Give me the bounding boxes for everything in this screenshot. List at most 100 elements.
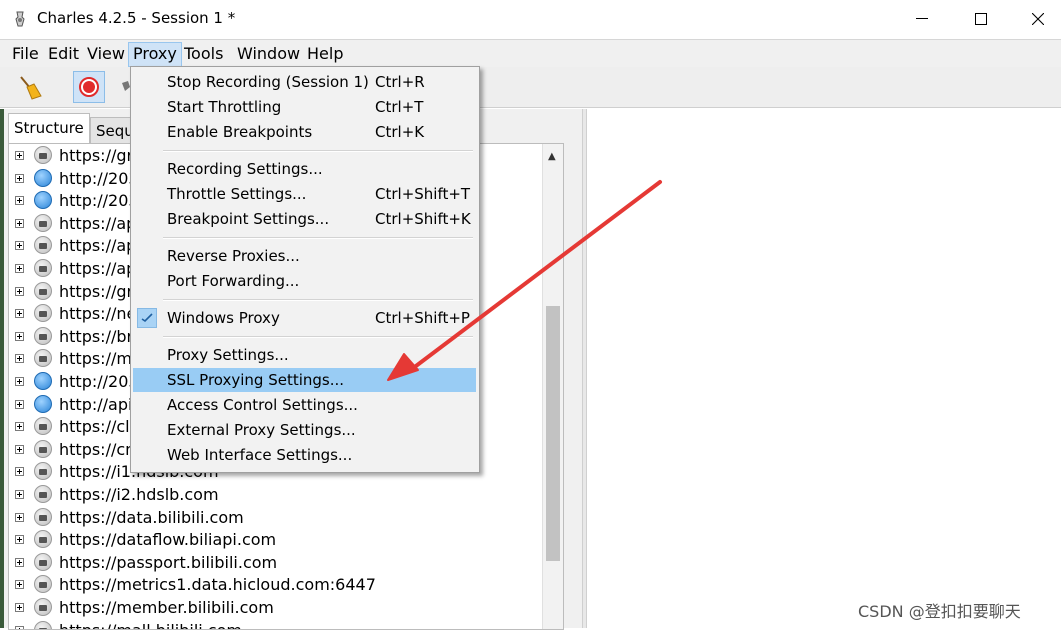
menu-item-label: Stop Recording (Session 1) [167,73,369,91]
host-row[interactable]: https://i2.hdslb.com [9,484,549,506]
proxy-menu-item[interactable]: Recording Settings... [133,157,476,181]
host-label: https://gr [59,281,134,301]
proxy-menu-item[interactable]: Port Forwarding... [133,269,476,293]
expand-icon[interactable] [15,286,24,296]
expand-icon[interactable] [15,399,24,409]
proxy-menu-item[interactable]: Throttle Settings... Ctrl+Shift+T [133,182,476,206]
proxy-menu-item[interactable]: External Proxy Settings... [133,418,476,442]
host-label: http://203 [59,191,139,211]
expand-icon[interactable] [15,535,24,545]
detail-panel [586,109,1061,628]
globe-icon [34,372,52,390]
proxy-menu-item[interactable]: Stop Recording (Session 1) Ctrl+R [133,70,476,94]
menu-help[interactable]: Help [303,44,347,63]
host-label: https://i2.hdslb.com [59,485,219,504]
host-label: https://passport.bilibili.com [59,552,278,572]
host-row[interactable]: https://mall.bilibili.com [9,620,549,629]
host-label: https://ap [59,259,137,278]
host-label: https://mall.bilibili.com [59,620,242,629]
minimize-icon [916,18,928,19]
proxy-menu-item[interactable]: SSL Proxying Settings... [133,368,476,392]
menu-item-label: Port Forwarding... [167,272,300,290]
expand-icon[interactable] [15,444,24,454]
menu-item-label: Start Throttling [167,98,282,116]
record-button[interactable] [73,71,105,103]
title-bar: Charles 4.2.5 - Session 1 * [0,0,1061,38]
expand-icon[interactable] [15,218,24,228]
expand-icon[interactable] [15,467,24,477]
lock-host-icon [34,439,52,458]
menu-edit[interactable]: Edit [44,44,83,63]
menu-tools[interactable]: Tools [180,44,227,63]
close-icon [1032,13,1044,25]
host-label: https://gr [59,146,134,165]
host-row[interactable]: https://data.bilibili.com [9,507,549,529]
menu-separator [163,150,473,152]
clear-session-button[interactable] [14,71,46,103]
menu-proxy[interactable]: Proxy [128,42,182,67]
window-title: Charles 4.2.5 - Session 1 * [37,9,236,27]
scroll-thumb[interactable] [546,306,560,561]
expand-icon[interactable] [15,377,24,386]
expand-icon[interactable] [15,422,24,432]
close-button[interactable] [1015,0,1061,38]
lock-host-icon [34,552,52,571]
menu-item-label: Breakpoint Settings... [167,210,330,228]
menu-item-label: Reverse Proxies... [167,247,300,265]
menu-item-label: Web Interface Settings... [167,446,353,464]
tab-structure[interactable]: Structure [8,113,90,144]
maximize-icon [975,13,987,25]
proxy-menu-item[interactable]: Proxy Settings... [133,343,476,367]
menu-view[interactable]: View [83,44,129,63]
expand-icon[interactable] [15,557,24,567]
proxy-menu-item[interactable]: Web Interface Settings... [133,443,476,467]
expand-icon[interactable] [15,173,24,183]
host-row[interactable]: https://member.bilibili.com [9,597,549,619]
lock-host-icon [34,485,52,503]
expand-icon[interactable] [15,490,24,499]
proxy-menu-item[interactable]: Enable Breakpoints Ctrl+K [133,120,476,144]
checkmark-icon [137,308,157,328]
host-label: http://203 [59,372,139,391]
lock-host-icon [34,349,52,368]
lock-host-icon [34,530,52,549]
proxy-menu-item[interactable]: Access Control Settings... [133,393,476,417]
lock-host-icon [34,620,52,629]
scroll-up-icon[interactable]: ▲ [548,151,556,162]
host-label: https://ne [59,304,137,324]
proxy-menu-item[interactable]: Start Throttling Ctrl+T [133,95,476,119]
host-label: https://cm [59,439,141,459]
tree-scrollbar[interactable]: ▲ [542,144,563,629]
proxy-menu-item[interactable]: Breakpoint Settings... Ctrl+Shift+K [133,207,476,231]
expand-icon[interactable] [15,196,24,206]
menu-item-shortcut: Ctrl+R [375,73,425,91]
expand-icon[interactable] [15,603,24,612]
lock-host-icon [34,462,52,481]
expand-icon[interactable] [15,512,24,522]
host-label: https://ap [59,236,137,256]
expand-icon[interactable] [15,264,24,273]
proxy-menu-item[interactable]: Windows Proxy Ctrl+Shift+P [133,306,476,330]
expand-icon[interactable] [15,309,24,319]
menu-file[interactable]: File [8,44,43,63]
expand-icon[interactable] [15,241,24,251]
expand-icon[interactable] [15,331,24,341]
menu-item-label: Windows Proxy [167,309,280,327]
menu-item-label: Proxy Settings... [167,346,289,364]
menu-window[interactable]: Window [233,44,304,63]
menu-item-shortcut: Ctrl+T [375,98,424,116]
expand-icon[interactable] [15,354,24,364]
host-row[interactable]: https://passport.bilibili.com [9,552,549,574]
record-icon [79,77,99,97]
expand-icon[interactable] [15,151,24,160]
minimize-button[interactable] [899,0,945,38]
menu-separator [163,299,473,301]
proxy-menu-item[interactable]: Reverse Proxies... [133,244,476,268]
menu-item-label: External Proxy Settings... [167,421,356,439]
host-label: https://br [59,326,134,346]
host-row[interactable]: https://metrics1.data.hicloud.com:6447 [9,574,549,596]
host-row[interactable]: https://dataflow.biliapi.com [9,529,549,551]
host-label: https://ap [59,213,137,233]
expand-icon[interactable] [15,580,24,590]
maximize-button[interactable] [958,0,1004,38]
